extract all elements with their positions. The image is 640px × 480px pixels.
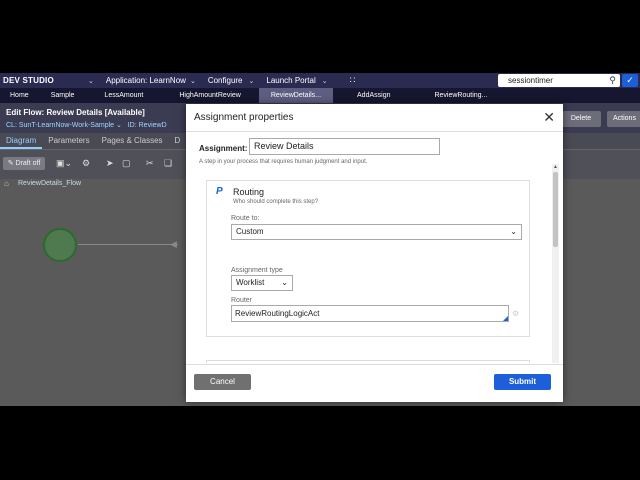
- routing-title: Routing: [233, 187, 265, 197]
- assignment-hint: A step in your process that requires hum…: [199, 159, 368, 165]
- chevron-down-icon: ⌄: [116, 122, 122, 129]
- tab-reviewrouting[interactable]: ReviewRouting...: [414, 88, 507, 103]
- delete-button[interactable]: Delete: [561, 111, 601, 127]
- autocomplete-corner-icon: [503, 316, 508, 321]
- cl-label: CL:: [6, 122, 17, 129]
- rule-class-info: CL: SunT-LearnNow-Work-Sample ⌄ ID: Revi…: [6, 121, 167, 129]
- routing-subtitle: Who should complete this step?: [233, 199, 319, 205]
- search-value: sessiontimer: [508, 76, 553, 85]
- router-input[interactable]: ReviewRoutingLogicAct: [231, 305, 509, 322]
- copy-icon[interactable]: ❏: [164, 158, 172, 169]
- scroll-up-icon[interactable]: ▲: [553, 164, 558, 170]
- subtab-pages-classes[interactable]: Pages & Classes: [96, 133, 169, 149]
- next-section-card: [206, 360, 530, 363]
- tab-lessamount[interactable]: LessAmount: [86, 88, 161, 103]
- route-to-label: Route to:: [231, 215, 260, 222]
- tab-sample[interactable]: Sample: [39, 88, 87, 103]
- subtab-more[interactable]: D: [169, 133, 187, 149]
- assignment-properties-dialog: Assignment properties ✕ Assignment: Revi…: [186, 104, 563, 402]
- brand-logo: DEV STUDIO: [3, 76, 54, 85]
- subtab-diagram[interactable]: Diagram: [0, 133, 43, 149]
- dialog-scrollbar[interactable]: ▲ ▼: [552, 164, 559, 363]
- routing-card: P Routing Who should complete this step?…: [206, 180, 530, 337]
- confirm-check-button[interactable]: ✓: [622, 74, 638, 87]
- tab-home[interactable]: Home: [0, 88, 39, 103]
- settings-icon[interactable]: ⚙: [82, 158, 90, 169]
- chevron-down-icon: ⌄: [321, 77, 328, 85]
- draft-label: Draft off: [15, 160, 41, 167]
- subtab-parameters[interactable]: Parameters: [42, 133, 95, 149]
- scroll-thumb[interactable]: [553, 172, 558, 247]
- routing-icon: P: [216, 186, 223, 197]
- add-shape-icon[interactable]: ▣⌄: [56, 158, 72, 169]
- assignment-label: Assignment:: [199, 144, 248, 153]
- cut-icon[interactable]: ✂: [146, 158, 154, 169]
- dialog-title: Assignment properties: [194, 112, 294, 123]
- id-label: ID:: [127, 122, 137, 129]
- home-icon[interactable]: ⌂: [4, 179, 9, 188]
- connector-arrow-icon: ◀: [170, 239, 177, 249]
- submit-button[interactable]: Submit: [494, 374, 551, 390]
- route-to-select[interactable]: Custom ⌄: [231, 224, 522, 240]
- assignment-name-input[interactable]: Review Details: [249, 138, 440, 155]
- select-icon[interactable]: ▢: [122, 158, 131, 169]
- configure-label: Configure: [207, 76, 243, 85]
- chevron-down-icon: ⌄: [281, 278, 288, 287]
- cancel-button[interactable]: Cancel: [194, 374, 251, 390]
- configure-menu[interactable]: Configure ⌄: [208, 76, 259, 85]
- close-icon[interactable]: ✕: [543, 109, 555, 126]
- chevron-down-icon: ⌄: [88, 77, 94, 85]
- actions-button[interactable]: Actions: [607, 111, 640, 127]
- draft-icon: ✎: [7, 160, 14, 167]
- router-label: Router: [231, 297, 253, 304]
- flow-connector[interactable]: [78, 244, 178, 245]
- pointer-icon[interactable]: ➤: [106, 158, 114, 169]
- apps-grid-icon[interactable]: ∷: [350, 75, 356, 86]
- search-input[interactable]: sessiontimer ⚲: [498, 74, 620, 87]
- dialog-footer: Cancel Submit: [186, 364, 563, 402]
- tab-addassign[interactable]: AddAssign: [333, 88, 414, 103]
- breadcrumb[interactable]: ReviewDetails_Flow: [18, 180, 81, 187]
- router-value: ReviewRoutingLogicAct: [235, 309, 320, 318]
- route-to-value: Custom: [236, 227, 264, 236]
- launch-portal-menu[interactable]: Launch Portal ⌄: [266, 76, 331, 85]
- assignment-type-value: Worklist: [236, 278, 265, 287]
- top-header: DEV STUDIO ⌄ Application: LearnNow ⌄ Con…: [0, 73, 640, 88]
- menu-chevron[interactable]: ⌄: [88, 77, 98, 85]
- chevron-down-icon: ⌄: [189, 77, 196, 85]
- assignment-type-label: Assignment type: [231, 267, 283, 274]
- flow-start-node[interactable]: [43, 228, 77, 262]
- application-value: LearnNow: [149, 76, 186, 85]
- assignment-type-select[interactable]: Worklist ⌄: [231, 275, 293, 291]
- dialog-body: Assignment: Review Details A step in you…: [186, 131, 563, 363]
- rule-title: Edit Flow: Review Details [Available]: [6, 108, 145, 117]
- tab-reviewdetails[interactable]: ReviewDetails...: [258, 88, 334, 103]
- launch-portal-label: Launch Portal: [266, 76, 316, 85]
- search-icon[interactable]: ⚲: [609, 74, 616, 87]
- cl-value[interactable]: SunT-LearnNow-Work-Sample: [19, 122, 114, 129]
- chevron-down-icon: ⌄: [510, 227, 517, 236]
- draft-toggle-button[interactable]: ✎ Draft off: [3, 157, 45, 170]
- chevron-down-icon: ⌄: [248, 77, 255, 85]
- tab-highamountreview[interactable]: HighAmountReview: [161, 88, 258, 103]
- application-label: Application:: [105, 76, 148, 85]
- application-menu[interactable]: Application: LearnNow ⌄: [106, 76, 200, 85]
- router-settings-icon[interactable]: ⚙: [512, 309, 519, 318]
- id-value: ReviewD: [138, 122, 167, 129]
- document-tabs: Home Sample LessAmount HighAmountReview …: [0, 88, 640, 103]
